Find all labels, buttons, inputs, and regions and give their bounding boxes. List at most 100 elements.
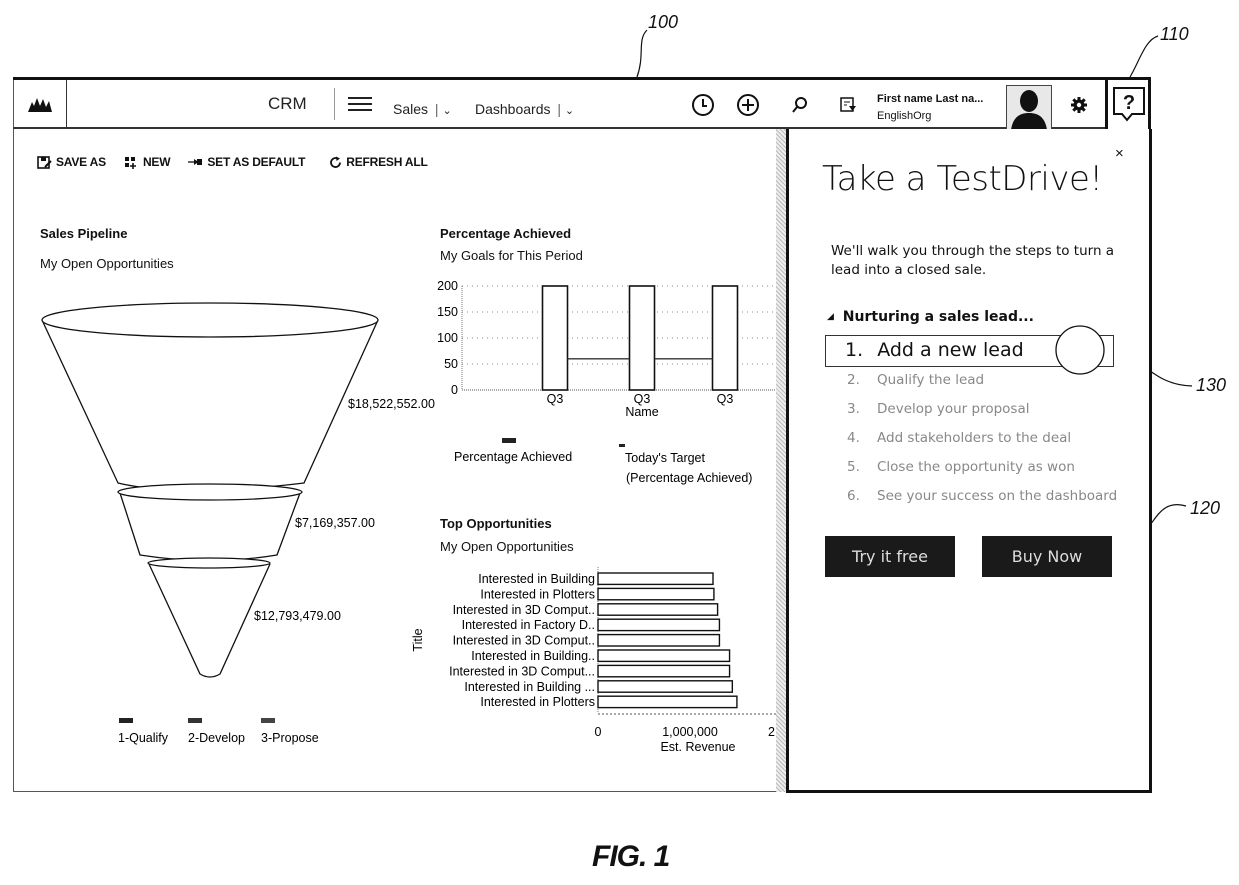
step-number: 1. <box>845 339 864 361</box>
advanced-find-button[interactable] <box>835 92 861 118</box>
step-label: Qualify the lead <box>877 372 985 388</box>
legend-swatch-3-propose <box>261 718 275 723</box>
ref-numeral-120: 120 <box>1190 498 1221 518</box>
step-item[interactable]: 3. Develop your proposal <box>847 401 1029 417</box>
bar-percentage-achieved <box>628 285 656 391</box>
nav-separator: | <box>557 101 562 117</box>
bar-opportunity <box>597 603 719 616</box>
top-opportunities-chart: Interested in BuildingInterested in Plot… <box>411 567 780 754</box>
legend-swatch-todays-target <box>619 444 625 447</box>
search-button[interactable] <box>787 92 813 118</box>
category-label: Interested in Factory D.. <box>462 618 595 632</box>
divider <box>334 88 335 120</box>
help-glyph: ? <box>1123 92 1135 114</box>
try-it-free-button[interactable]: Try it free <box>825 536 955 577</box>
top-nav-bar: CRM Sales | ⌄ Dashboards | ⌄ First name … <box>13 77 1105 131</box>
command-bar: SAVE AS NEW SET AS DEFAULT REFRESH ALL <box>37 155 428 169</box>
create-button[interactable] <box>735 92 761 118</box>
funnel-segment-3-propose[interactable] <box>148 563 271 678</box>
y-tick-label: 100 <box>437 331 458 345</box>
save-as-label: SAVE AS <box>56 155 106 169</box>
section-header[interactable]: ◢ Nurturing a sales lead... <box>827 309 1034 325</box>
bar-opportunity <box>597 695 738 709</box>
ref-numeral-110: 110 <box>1160 24 1189 44</box>
search-icon <box>792 97 807 113</box>
nav-dashboards-label: Dashboards <box>475 101 551 117</box>
help-button[interactable]: ? <box>1105 77 1151 129</box>
step-item[interactable]: 6. See your success on the dashboard <box>847 488 1117 504</box>
step-highlight-circle <box>1055 325 1105 375</box>
buy-now-button[interactable]: Buy Now <box>982 536 1112 577</box>
refresh-all-button[interactable]: REFRESH ALL <box>329 155 428 169</box>
legend-label: Today's Target <box>625 451 706 465</box>
gear-icon <box>1071 97 1087 113</box>
step-number: 5. <box>847 459 860 475</box>
save-as-button[interactable]: SAVE AS <box>37 155 106 169</box>
step-item[interactable]: 5. Close the opportunity as won <box>847 459 1075 475</box>
step-label: Add a new lead <box>877 339 1024 361</box>
category-label: Interested in 3D Comput.. <box>453 603 595 617</box>
bar-opportunity <box>597 649 731 663</box>
category-label: Interested in Plotters <box>480 587 595 601</box>
y-tick-label: 0 <box>451 383 458 397</box>
x-tick-label: Q3 <box>634 392 651 406</box>
step-number: 3. <box>847 401 860 417</box>
step-number: 6. <box>847 488 860 504</box>
panel-scrollbar[interactable] <box>776 129 786 792</box>
org-name: EnglishOrg <box>877 110 932 122</box>
legend-label: Percentage Achieved <box>454 450 572 464</box>
user-name: First name Last na... <box>877 93 984 105</box>
user-info[interactable]: First name Last na... EnglishOrg <box>877 91 983 125</box>
funnel-rim-2 <box>117 483 303 501</box>
user-silhouette-icon <box>1011 90 1047 130</box>
y-tick-label: 150 <box>437 305 458 319</box>
set-as-default-button[interactable]: SET AS DEFAULT <box>188 155 305 169</box>
category-label: Interested in 3D Comput... <box>449 664 595 678</box>
funnel-value-label: $7,169,357.00 <box>295 516 375 530</box>
step-item[interactable]: 4. Add stakeholders to the deal <box>847 430 1071 446</box>
x-axis-label: Est. Revenue <box>660 740 735 754</box>
avatar[interactable] <box>1006 85 1052 131</box>
nav-sales[interactable]: Sales | ⌄ <box>393 101 452 117</box>
hamburger-icon[interactable] <box>348 97 372 111</box>
new-button[interactable]: NEW <box>124 155 171 169</box>
clock-icon <box>692 94 714 116</box>
figure-caption: FIG. 1 <box>592 840 670 873</box>
refresh-all-label: REFRESH ALL <box>346 155 428 169</box>
bar-opportunity <box>597 664 731 678</box>
settings-button[interactable] <box>1066 92 1092 118</box>
nav-dashboards[interactable]: Dashboards | ⌄ <box>475 101 574 117</box>
refresh-icon <box>330 156 342 168</box>
nav-sales-label: Sales <box>393 101 429 117</box>
pin-icon <box>188 158 203 165</box>
x-axis-label: Name <box>625 405 658 419</box>
logo-button[interactable] <box>13 80 67 127</box>
leader-100 <box>636 29 648 78</box>
legend-label: 1-Qualify <box>118 731 169 745</box>
funnel-value-label: $18,522,552.00 <box>348 397 435 411</box>
recent-button[interactable] <box>690 92 716 118</box>
bar-opportunity <box>597 587 715 601</box>
funnel-segment-2-develop[interactable] <box>119 492 301 562</box>
sales-pipeline-funnel-chart: $18,522,552.00 $7,169,357.00 $12,793,479… <box>41 302 435 745</box>
app-name[interactable]: CRM <box>268 94 307 114</box>
step-label: Close the opportunity as won <box>877 459 1075 475</box>
ref-numeral-100: 100 <box>648 12 679 32</box>
funnel-segment-1-qualify[interactable] <box>41 319 379 492</box>
legend-swatch-2-develop <box>188 718 202 723</box>
step-item[interactable]: 2. Qualify the lead <box>847 372 984 388</box>
y-tick-label: 200 <box>437 279 458 293</box>
sales-pipeline-subtitle: My Open Opportunities <box>40 256 174 271</box>
chevron-down-icon: ⌄ <box>564 105 575 117</box>
testdrive-description: We'll walk you through the steps to turn… <box>831 243 1115 278</box>
y-axis-label: Title <box>411 628 425 651</box>
funnel-value-label: $12,793,479.00 <box>254 609 341 623</box>
step-label: Add stakeholders to the deal <box>877 430 1072 446</box>
nav-separator: | <box>434 101 439 117</box>
step-label: See your success on the dashboard <box>877 488 1118 504</box>
top-opportunities-title: Top Opportunities <box>440 516 552 531</box>
legend-swatch-1-qualify <box>119 718 133 723</box>
step-number: 4. <box>847 430 860 446</box>
x-tick-label: 0 <box>595 725 602 739</box>
close-icon[interactable]: × <box>1115 145 1124 162</box>
